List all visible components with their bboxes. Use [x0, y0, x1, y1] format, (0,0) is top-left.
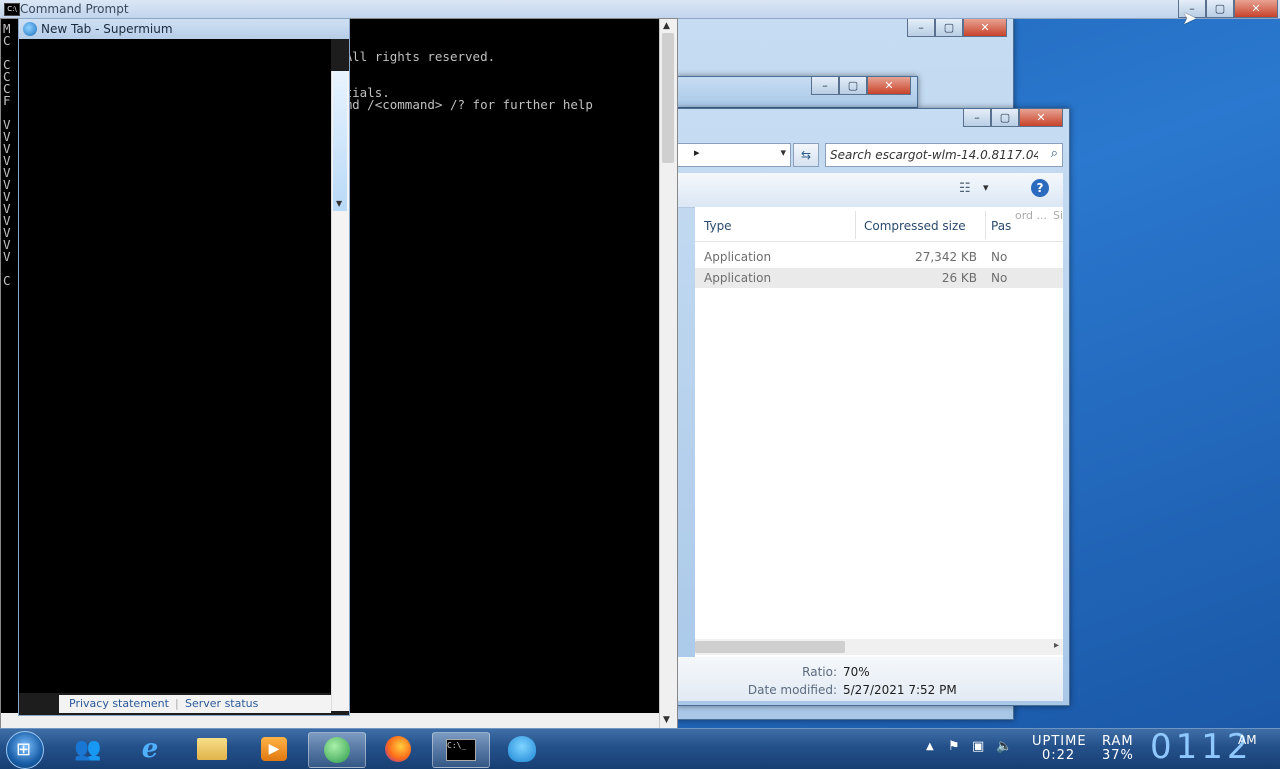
close-button[interactable]: ✕: [1019, 109, 1063, 127]
users-app-button[interactable]: 👥: [60, 732, 116, 766]
clock-ampm: AM: [1238, 733, 1257, 747]
action-center-flag-icon[interactable]: ⚑: [948, 739, 960, 754]
firefox-icon: [385, 736, 411, 762]
row-type: Application: [704, 271, 772, 285]
address-bar[interactable]: ▸ ▾: [677, 143, 791, 167]
taskbar: ⊞ 👥 e ▶ C:\_ ▲ ⚑ ▣ 🔈 UPTIME 0:22 RAM 37%…: [0, 727, 1280, 769]
mouse-cursor: ➤: [1182, 8, 1198, 29]
file-list: Type Compressed size Pas ord ... Si Appl…: [695, 207, 1063, 701]
browser-content: [19, 39, 331, 693]
close-button[interactable]: ✕: [1234, 0, 1278, 18]
messenger-button[interactable]: [308, 732, 366, 768]
scrollbar-thumb[interactable]: [662, 33, 674, 163]
breadcrumb-arrow-icon: ▸: [694, 146, 700, 159]
maximize-button[interactable]: ▢: [1206, 0, 1234, 18]
horizontal-scrollbar[interactable]: ▸: [695, 639, 1063, 655]
table-row[interactable]: Application 26 KB No: [695, 268, 1063, 288]
view-options-icon[interactable]: ☷: [959, 181, 971, 196]
browser-window[interactable]: New Tab - Supermium ▼ Privacy statement …: [18, 18, 350, 716]
row-password: No: [991, 250, 1008, 264]
firefox-button[interactable]: [370, 732, 426, 766]
show-hidden-icons[interactable]: ▲: [926, 741, 934, 752]
internet-explorer-icon: e: [141, 734, 159, 764]
row-type: Application: [704, 250, 772, 264]
cmd-title-bar[interactable]: C:\ Command Prompt – ▢ ✕: [0, 0, 1280, 19]
date-modified-label: Date modified:: [747, 683, 837, 697]
winrar-button[interactable]: [494, 732, 550, 766]
folder-icon: [197, 738, 227, 760]
details-pane: Ratio: 70% Date modified: 5/27/2021 7:52…: [677, 657, 1063, 701]
link-divider: |: [175, 697, 179, 710]
chevron-down-icon[interactable]: ▼: [336, 199, 342, 208]
scrollbar-thumb[interactable]: [333, 71, 347, 211]
cmd-vertical-scrollbar[interactable]: ▲ ▼: [659, 19, 677, 729]
column-password-overflow[interactable]: ord ...: [1015, 209, 1047, 222]
row-size: 27,342 KB: [915, 250, 977, 264]
toolbar: ☷ ▾ ?: [677, 173, 1063, 208]
internet-explorer-button[interactable]: e: [122, 732, 178, 766]
ratio-value: 70%: [843, 665, 870, 679]
console-left-margin: MC CCCF VVVVVVVVVVVV C: [3, 22, 11, 288]
scroll-up-icon[interactable]: ▲: [663, 21, 670, 31]
browser-footer: Privacy statement | Server status: [59, 695, 331, 713]
cmd-title: Command Prompt: [20, 2, 129, 16]
uptime-label: UPTIME: [1032, 734, 1087, 749]
chevron-down-icon[interactable]: ▾: [780, 146, 786, 159]
users-icon: 👥: [74, 736, 102, 762]
view-dropdown-icon[interactable]: ▾: [983, 181, 989, 194]
column-headers: Type Compressed size Pas ord ... Si: [695, 207, 1063, 242]
search-icon[interactable]: ⌕: [1051, 146, 1058, 161]
column-type[interactable]: Type: [704, 219, 732, 233]
windows-logo-icon: ⊞: [16, 739, 32, 760]
network-icon[interactable]: ▣: [972, 739, 984, 754]
row-password: No: [991, 271, 1008, 285]
archive-icon: [508, 736, 536, 762]
row-size: 26 KB: [941, 271, 977, 285]
browser-title-bar[interactable]: New Tab - Supermium: [19, 19, 349, 39]
cmd-icon: C:\: [4, 3, 20, 16]
column-password[interactable]: Pas: [991, 219, 1011, 233]
column-size[interactable]: Si: [1053, 209, 1063, 222]
messenger-icon: [324, 737, 350, 763]
server-status-link[interactable]: Server status: [185, 697, 258, 710]
start-button[interactable]: ⊞: [6, 731, 44, 769]
ratio-label: Ratio:: [802, 665, 837, 679]
maximize-button[interactable]: ▢: [991, 109, 1019, 127]
minimize-button[interactable]: –: [963, 109, 991, 127]
windows-explorer-button[interactable]: [184, 732, 240, 766]
ram-label: RAM: [1102, 734, 1134, 749]
volume-muted-icon[interactable]: 🔈: [996, 739, 1012, 754]
archive-window[interactable]: – ▢ ✕ ▸ ▾ ⇆ Search escargot-wlm-14.0.811…: [676, 108, 1070, 706]
maximize-button[interactable]: ▢: [839, 77, 867, 95]
close-button[interactable]: ✕: [963, 19, 1007, 37]
search-input[interactable]: Search escargot-wlm-14.0.8117.0416-...: [830, 148, 1038, 162]
scroll-right-icon[interactable]: ▸: [1054, 640, 1059, 651]
refresh-icon[interactable]: ⇆: [793, 143, 819, 167]
uptime-value: 0:22: [1042, 748, 1076, 763]
help-icon[interactable]: ?: [1031, 179, 1049, 197]
browser-scrollbar[interactable]: ▼: [331, 71, 349, 711]
column-compressed-size[interactable]: Compressed size: [864, 219, 966, 233]
play-icon: ▶: [261, 737, 287, 761]
background-window-2[interactable]: – ▢ ✕: [676, 76, 918, 108]
ram-value: 37%: [1102, 748, 1134, 763]
maximize-button[interactable]: ▢: [935, 19, 963, 37]
console-margin-char: C: [3, 273, 11, 288]
minimize-button[interactable]: –: [811, 77, 839, 95]
command-prompt-button[interactable]: C:\_: [432, 732, 490, 768]
close-button[interactable]: ✕: [867, 77, 911, 95]
scrollbar-thumb[interactable]: [695, 641, 845, 653]
media-player-button[interactable]: ▶: [246, 732, 302, 766]
supermium-icon: [23, 22, 37, 36]
table-row[interactable]: Application 27,342 KB No: [695, 247, 1008, 267]
browser-title: New Tab - Supermium: [41, 22, 173, 36]
scroll-down-icon[interactable]: ▼: [663, 715, 670, 725]
search-box[interactable]: Search escargot-wlm-14.0.8117.0416-... ⌕: [825, 143, 1063, 167]
cmd-taskbar-icon: C:\_: [446, 739, 476, 761]
privacy-link[interactable]: Privacy statement: [69, 697, 169, 710]
minimize-button[interactable]: –: [907, 19, 935, 37]
date-modified-value: 5/27/2021 7:52 PM: [843, 683, 957, 697]
